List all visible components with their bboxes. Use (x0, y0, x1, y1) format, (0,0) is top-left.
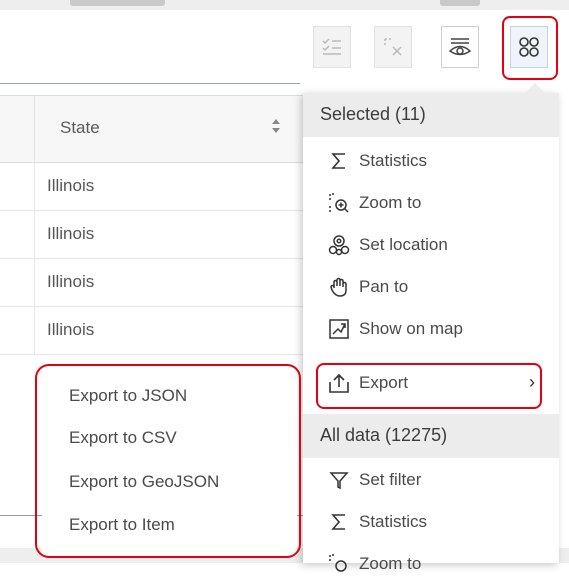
menu-item-label: Zoom to (359, 193, 422, 212)
menu-caret (525, 83, 545, 93)
clear-selection-button[interactable] (374, 26, 412, 68)
menu-item-label: Set location (359, 235, 448, 254)
filter-icon (328, 469, 350, 491)
column-divider (34, 96, 35, 164)
set-location-icon (328, 234, 350, 256)
menu-item-label: Statistics (359, 151, 428, 170)
pan-hand-icon (328, 276, 350, 298)
menu-item-zoom-to[interactable]: Zoom to (303, 182, 559, 224)
menu-item-set-filter[interactable]: Set filter (303, 459, 559, 501)
top-strip (0, 0, 569, 10)
show-hide-eye-icon (448, 38, 472, 56)
select-all-button[interactable] (313, 26, 351, 68)
options-button-highlight (502, 16, 558, 80)
show-on-map-icon (328, 318, 350, 340)
cell-state: Illinois (47, 320, 95, 339)
cell-state: Illinois (47, 272, 95, 291)
all-data-header-label: All data (12275) (320, 425, 448, 445)
column-divider (34, 259, 35, 307)
menu-item-label: Show on map (359, 319, 463, 338)
table-row[interactable]: Illinois (0, 163, 305, 211)
select-all-icon (322, 38, 341, 55)
sort-icon[interactable] (271, 118, 281, 134)
table-row[interactable]: Illinois (0, 211, 305, 259)
menu-item-label: Statistics (359, 512, 428, 531)
menu-item-label: Set filter (359, 470, 422, 489)
zoom-to-icon (328, 553, 350, 575)
menu-item-statistics-all[interactable]: Statistics (303, 501, 559, 543)
show-hide-button[interactable] (441, 26, 479, 68)
submenu-highlight (35, 364, 301, 558)
column-divider (34, 163, 35, 211)
sigma-icon (328, 150, 350, 172)
column-divider (34, 307, 35, 355)
menu-item-show-on-map[interactable]: Show on map (303, 308, 559, 350)
selected-section-header: Selected (11) (303, 93, 559, 137)
table-row[interactable]: Illinois (0, 259, 305, 307)
menu-item-label: Pan to (359, 277, 409, 296)
cell-state: Illinois (47, 224, 95, 243)
options-menu: Selected (11) Statistics Zoom to Set loc… (303, 83, 559, 573)
zoom-to-icon (328, 192, 350, 214)
all-data-section-header: All data (12275) (303, 414, 559, 458)
cell-state: Illinois (47, 176, 95, 195)
column-header-state[interactable]: State (60, 118, 100, 138)
top-strip-mark (440, 0, 480, 6)
menu-item-label: Zoom to (359, 554, 422, 573)
menu-item-statistics[interactable]: Statistics (303, 140, 559, 182)
table-row[interactable]: Illinois (0, 307, 305, 355)
clear-selection-icon (384, 38, 402, 56)
search-underline (0, 83, 300, 84)
top-strip-mark (70, 0, 165, 6)
export-highlight (316, 363, 542, 409)
menu-item-set-location[interactable]: Set location (303, 224, 559, 266)
top-toolbar (0, 0, 569, 86)
sigma-icon (328, 511, 350, 533)
menu-item-pan-to[interactable]: Pan to (303, 266, 559, 308)
selected-header-label: Selected (11) (320, 104, 426, 124)
table-header: State (0, 95, 305, 164)
menu-item-zoom-to-all[interactable]: Zoom to (303, 543, 559, 585)
column-divider (34, 211, 35, 259)
